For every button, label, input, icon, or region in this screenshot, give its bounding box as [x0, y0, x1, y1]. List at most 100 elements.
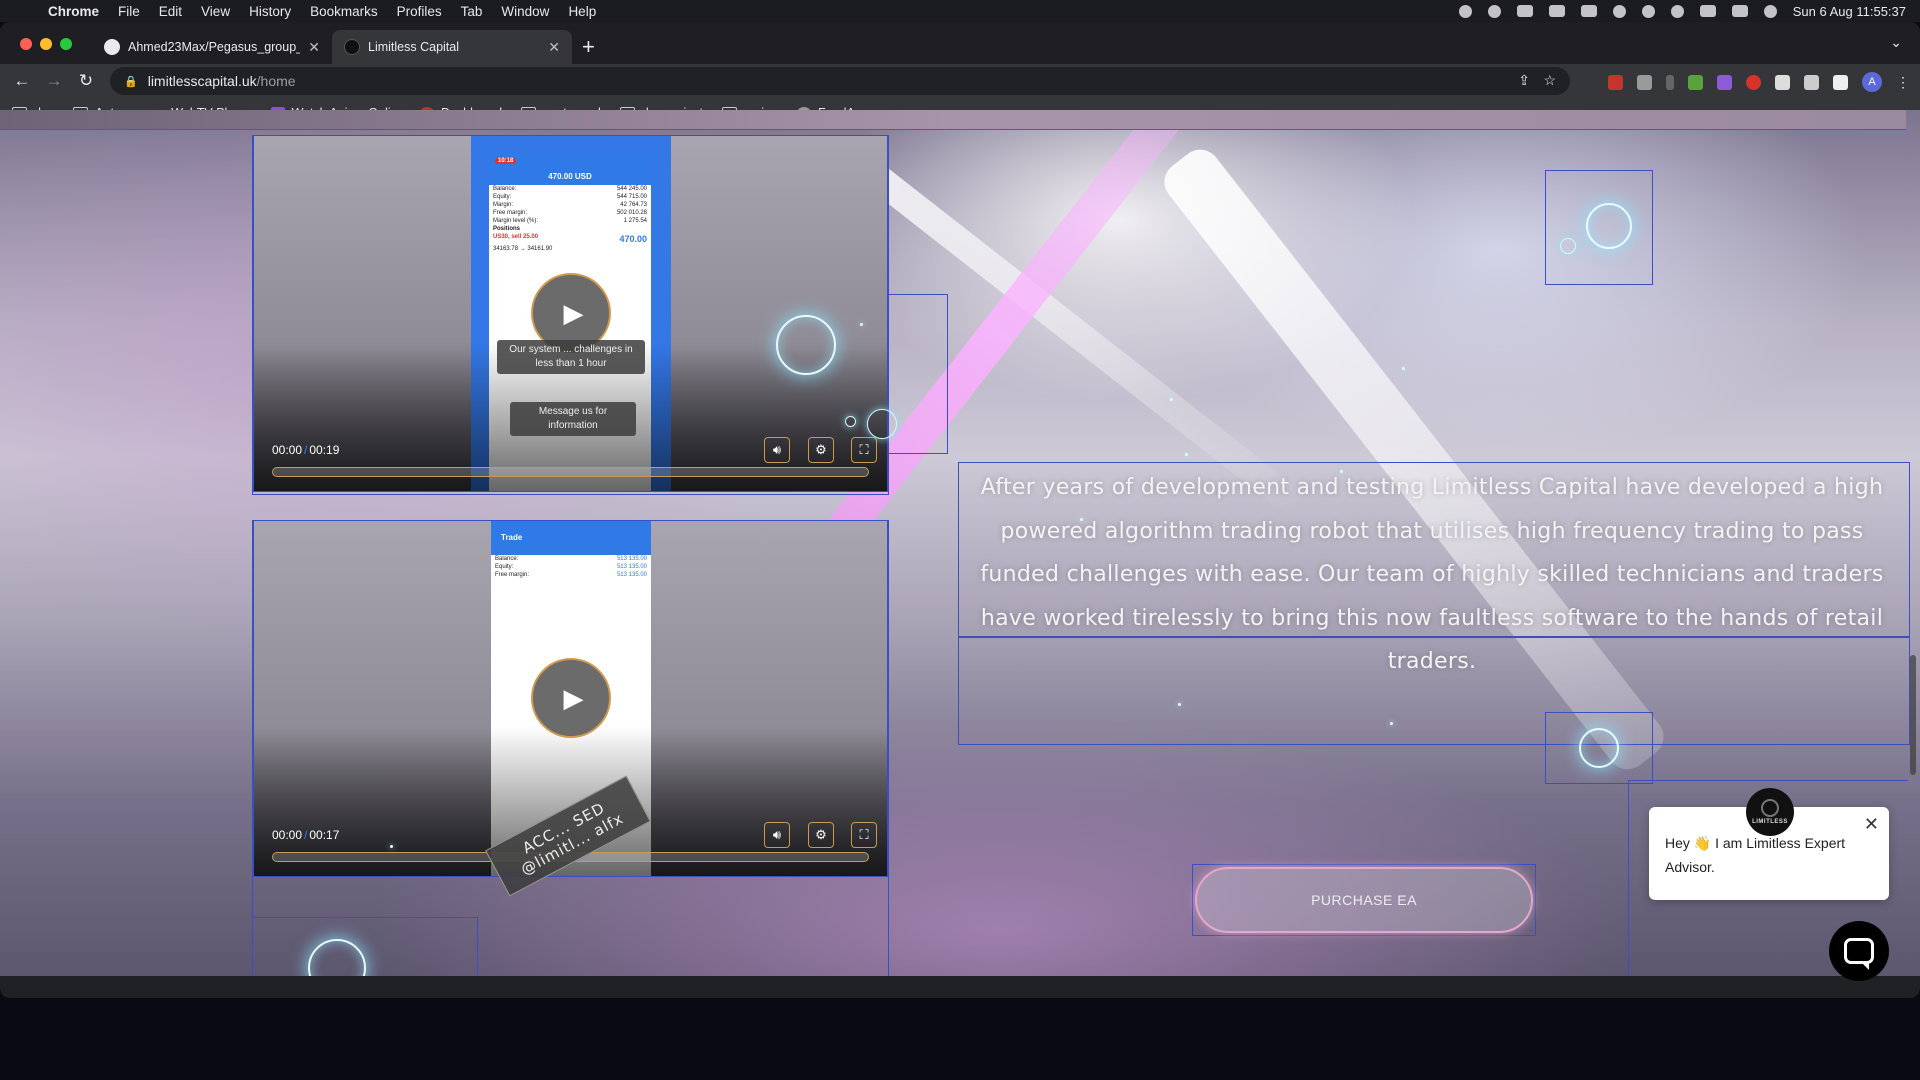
minimize-window-button[interactable] — [40, 38, 52, 50]
position-prices: 34163.78 → 34161.90 — [493, 246, 553, 252]
reading-list-icon[interactable] — [1804, 74, 1819, 90]
tab-limitless-capital[interactable]: Limitless Capital ✕ — [332, 30, 572, 64]
creative-cloud-icon[interactable] — [1458, 4, 1472, 18]
menu-bookmarks[interactable]: Bookmarks — [310, 4, 378, 19]
tree-extension-icon[interactable] — [1688, 74, 1703, 90]
github-icon — [104, 39, 120, 55]
account-row: Balance: 544 245.00 — [489, 185, 651, 193]
limitless-favicon-icon — [344, 39, 360, 55]
close-tab-icon[interactable]: ✕ — [308, 39, 320, 56]
chat-logo-text: LIMITLESS — [1752, 819, 1788, 825]
account-row: Balance: 513 135.00 — [491, 555, 651, 563]
total-time: 00:17 — [309, 828, 340, 842]
menu-view[interactable]: View — [201, 4, 230, 19]
menu-tab[interactable]: Tab — [461, 4, 483, 19]
siri-icon[interactable] — [1763, 4, 1777, 18]
headphones-icon[interactable] — [1612, 4, 1626, 18]
menu-file[interactable]: File — [118, 4, 140, 19]
share-icon[interactable]: ⇪ — [1518, 72, 1530, 89]
menu-help[interactable]: Help — [568, 4, 596, 19]
fullscreen-icon[interactable]: ⛶ — [851, 822, 877, 848]
total-time: 00:19 — [309, 443, 340, 457]
forward-button[interactable]: → — [38, 71, 70, 91]
video-caption: Our system ... challenges in less than 1… — [497, 340, 645, 374]
reload-button[interactable]: ↻ — [70, 71, 102, 91]
back-button[interactable]: ← — [6, 71, 38, 91]
glow-ring-decoration — [867, 409, 897, 439]
glow-dot-decoration — [845, 416, 856, 427]
new-tab-button[interactable]: + — [582, 34, 595, 60]
airdrop-icon[interactable] — [1670, 4, 1684, 18]
row-value: 513 135.00 — [616, 556, 647, 562]
video-progress-bar[interactable] — [272, 467, 869, 477]
purchase-ea-button[interactable]: PURCHASE EA — [1195, 867, 1533, 933]
play-button[interactable]: ▶ — [531, 658, 611, 738]
position-profit: 470.00 — [619, 234, 647, 244]
fullscreen-icon[interactable]: ⛶ — [851, 437, 877, 463]
hand-extension-icon[interactable] — [1746, 74, 1761, 90]
status-area: Sun 6 Aug 11:55:37 — [1458, 0, 1906, 22]
menu-edit[interactable]: Edit — [159, 4, 182, 19]
lock-icon[interactable]: 🔒 — [124, 75, 138, 88]
row-label: Margin level (%): — [493, 218, 539, 224]
menu-app-name[interactable]: Chrome — [48, 4, 99, 19]
current-time: 00:00 — [272, 828, 303, 842]
window-controls — [20, 38, 72, 50]
menu-profiles[interactable]: Profiles — [397, 4, 442, 19]
video-time: 00:00/00:19 — [272, 443, 340, 457]
control-center-icon[interactable] — [1731, 5, 1748, 17]
keyboard-icon[interactable] — [1548, 5, 1565, 17]
bottle-extension-icon[interactable] — [1666, 74, 1674, 90]
row-label: Margin: — [493, 202, 514, 208]
row-value: 1 275.54 — [623, 218, 647, 224]
chat-close-icon[interactable]: ✕ — [1864, 815, 1879, 833]
more-menu-icon[interactable]: ⋮ — [1896, 74, 1910, 91]
positions-label: Positions — [493, 226, 521, 232]
video-caption-info: Message us for information — [510, 402, 636, 436]
volume-icon[interactable]: 🔊︎ — [764, 437, 790, 463]
close-tab-icon[interactable]: ✕ — [548, 39, 560, 56]
settings-gear-icon[interactable]: ⚙ — [808, 822, 834, 848]
menu-clock[interactable]: Sun 6 Aug 11:55:37 — [1793, 4, 1906, 19]
url-host: limitlesscapital.uk — [147, 73, 257, 89]
page-scrollbar[interactable] — [1910, 655, 1916, 775]
puzzle-extensions-icon[interactable] — [1775, 74, 1790, 90]
play-circle-icon[interactable] — [1641, 4, 1655, 18]
chat-greeting-text: Hey 👋 I am Limitless Expert Advisor. — [1665, 835, 1846, 875]
video-time: 00:00/00:17 — [272, 828, 340, 842]
position-row: US30, sell 25.00 470.00 — [489, 233, 651, 245]
tab-github[interactable]: Ahmed23Max/Pegasus_group_ ✕ — [92, 30, 332, 64]
settings-gear-icon[interactable]: ⚙ — [808, 437, 834, 463]
menu-history[interactable]: History — [249, 4, 291, 19]
menu-window[interactable]: Window — [501, 4, 549, 19]
row-label: Balance: — [493, 186, 517, 192]
sparkle — [1170, 398, 1173, 401]
address-bar[interactable]: 🔒 limitlesscapital.uk/home ⇪ ☆ — [110, 67, 1570, 95]
profile-avatar[interactable]: A — [1862, 72, 1882, 92]
glow-ring-decoration — [1586, 203, 1632, 249]
zoom-window-button[interactable] — [60, 38, 72, 50]
chat-launcher-button[interactable] — [1829, 921, 1889, 981]
sparkle — [390, 845, 393, 848]
code-extension-icon[interactable] — [1717, 74, 1732, 90]
m-extension-icon[interactable] — [1637, 74, 1652, 90]
wifi-icon[interactable] — [1580, 5, 1597, 17]
glow-ring-decoration — [1579, 728, 1619, 768]
limitless-logo-icon — [1761, 799, 1779, 817]
account-row: Margin level (%): 1 275.54 — [489, 217, 651, 225]
row-value: 513 135.00 — [616, 572, 647, 578]
bluetooth-icon[interactable] — [1699, 5, 1716, 17]
tab-search-chevron-icon[interactable]: ⌄ — [1890, 34, 1902, 51]
row-label: Free margin: — [493, 210, 528, 216]
bookmark-star-icon[interactable]: ☆ — [1543, 72, 1556, 89]
phone-trade-header: Trade — [491, 521, 651, 555]
cloud-icon[interactable] — [1516, 5, 1533, 17]
sparkle — [1185, 453, 1188, 456]
video-player-1[interactable]: 10:18 470.00 USD Balance: 544 245.00 Equi… — [253, 135, 888, 492]
volume-icon[interactable]: 🔊︎ — [764, 822, 790, 848]
gmail-extension-icon[interactable] — [1608, 74, 1623, 90]
close-window-button[interactable] — [20, 38, 32, 50]
row-value: 513 135.00 — [616, 564, 647, 570]
side-panel-icon[interactable] — [1833, 74, 1848, 90]
user-status-icon[interactable] — [1487, 4, 1501, 18]
